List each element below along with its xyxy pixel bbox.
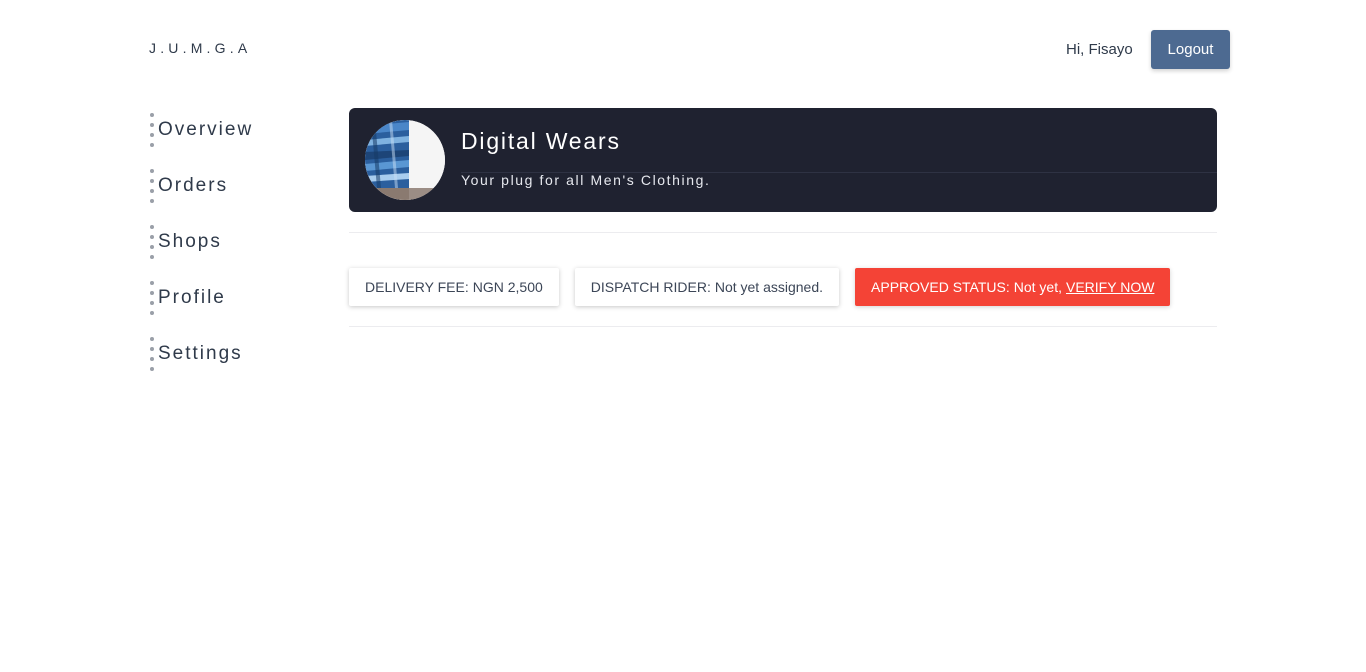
sidebar-item-settings[interactable]: Settings [148,334,328,390]
dots-icon [149,169,154,203]
dispatch-rider-badge: DISPATCH RIDER: Not yet assigned. [574,268,840,306]
dots-icon [149,337,154,371]
page: J.U.M.G.A Hi, Fisayo Logout Overview Ord… [0,0,1366,672]
sidebar-item-profile[interactable]: Profile [148,278,328,334]
verify-now-link[interactable]: VERIFY NOW [1066,279,1154,295]
dispatch-rider-label: DISPATCH RIDER: [590,279,711,295]
sidebar-nav: Overview Orders Shops Profile Settings [148,110,328,390]
divider [349,232,1217,233]
sidebar-item-shops[interactable]: Shops [148,222,328,278]
shop-tagline: Your plug for all Men's Clothing. [461,172,711,188]
delivery-fee-label: DELIVERY FEE: [365,279,469,295]
brand-logo[interactable]: J.U.M.G.A [149,40,251,56]
dispatch-rider-value: Not yet assigned. [714,279,824,295]
delivery-fee-badge: DELIVERY FEE: NGN 2,500 [349,268,559,306]
shop-avatar [365,120,445,200]
approved-status-value: Not yet, [1013,279,1062,295]
sidebar-item-label: Settings [158,343,243,364]
sidebar-item-overview[interactable]: Overview [148,110,328,166]
approved-status-label: APPROVED STATUS: [871,279,1010,295]
sidebar-item-label: Profile [158,287,226,308]
delivery-fee-value: NGN 2,500 [472,279,543,295]
divider [349,326,1217,327]
user-greeting: Hi, Fisayo [1066,41,1133,58]
shop-avatar-image [365,120,445,200]
sidebar-item-label: Overview [158,119,254,140]
shop-banner: Digital Wears Your plug for all Men's Cl… [349,108,1217,212]
sidebar-item-label: Shops [158,231,222,252]
shop-name: Digital Wears [461,128,621,154]
logout-button[interactable]: Logout [1151,30,1230,69]
approved-status-badge: APPROVED STATUS: Not yet, VERIFY NOW [855,268,1171,306]
sidebar-item-orders[interactable]: Orders [148,166,328,222]
shop-info-row: DELIVERY FEE: NGN 2,500 DISPATCH RIDER: … [349,268,1171,306]
dots-icon [149,281,154,315]
dots-icon [149,225,154,259]
sidebar-item-label: Orders [158,175,229,196]
dots-icon [149,113,154,147]
